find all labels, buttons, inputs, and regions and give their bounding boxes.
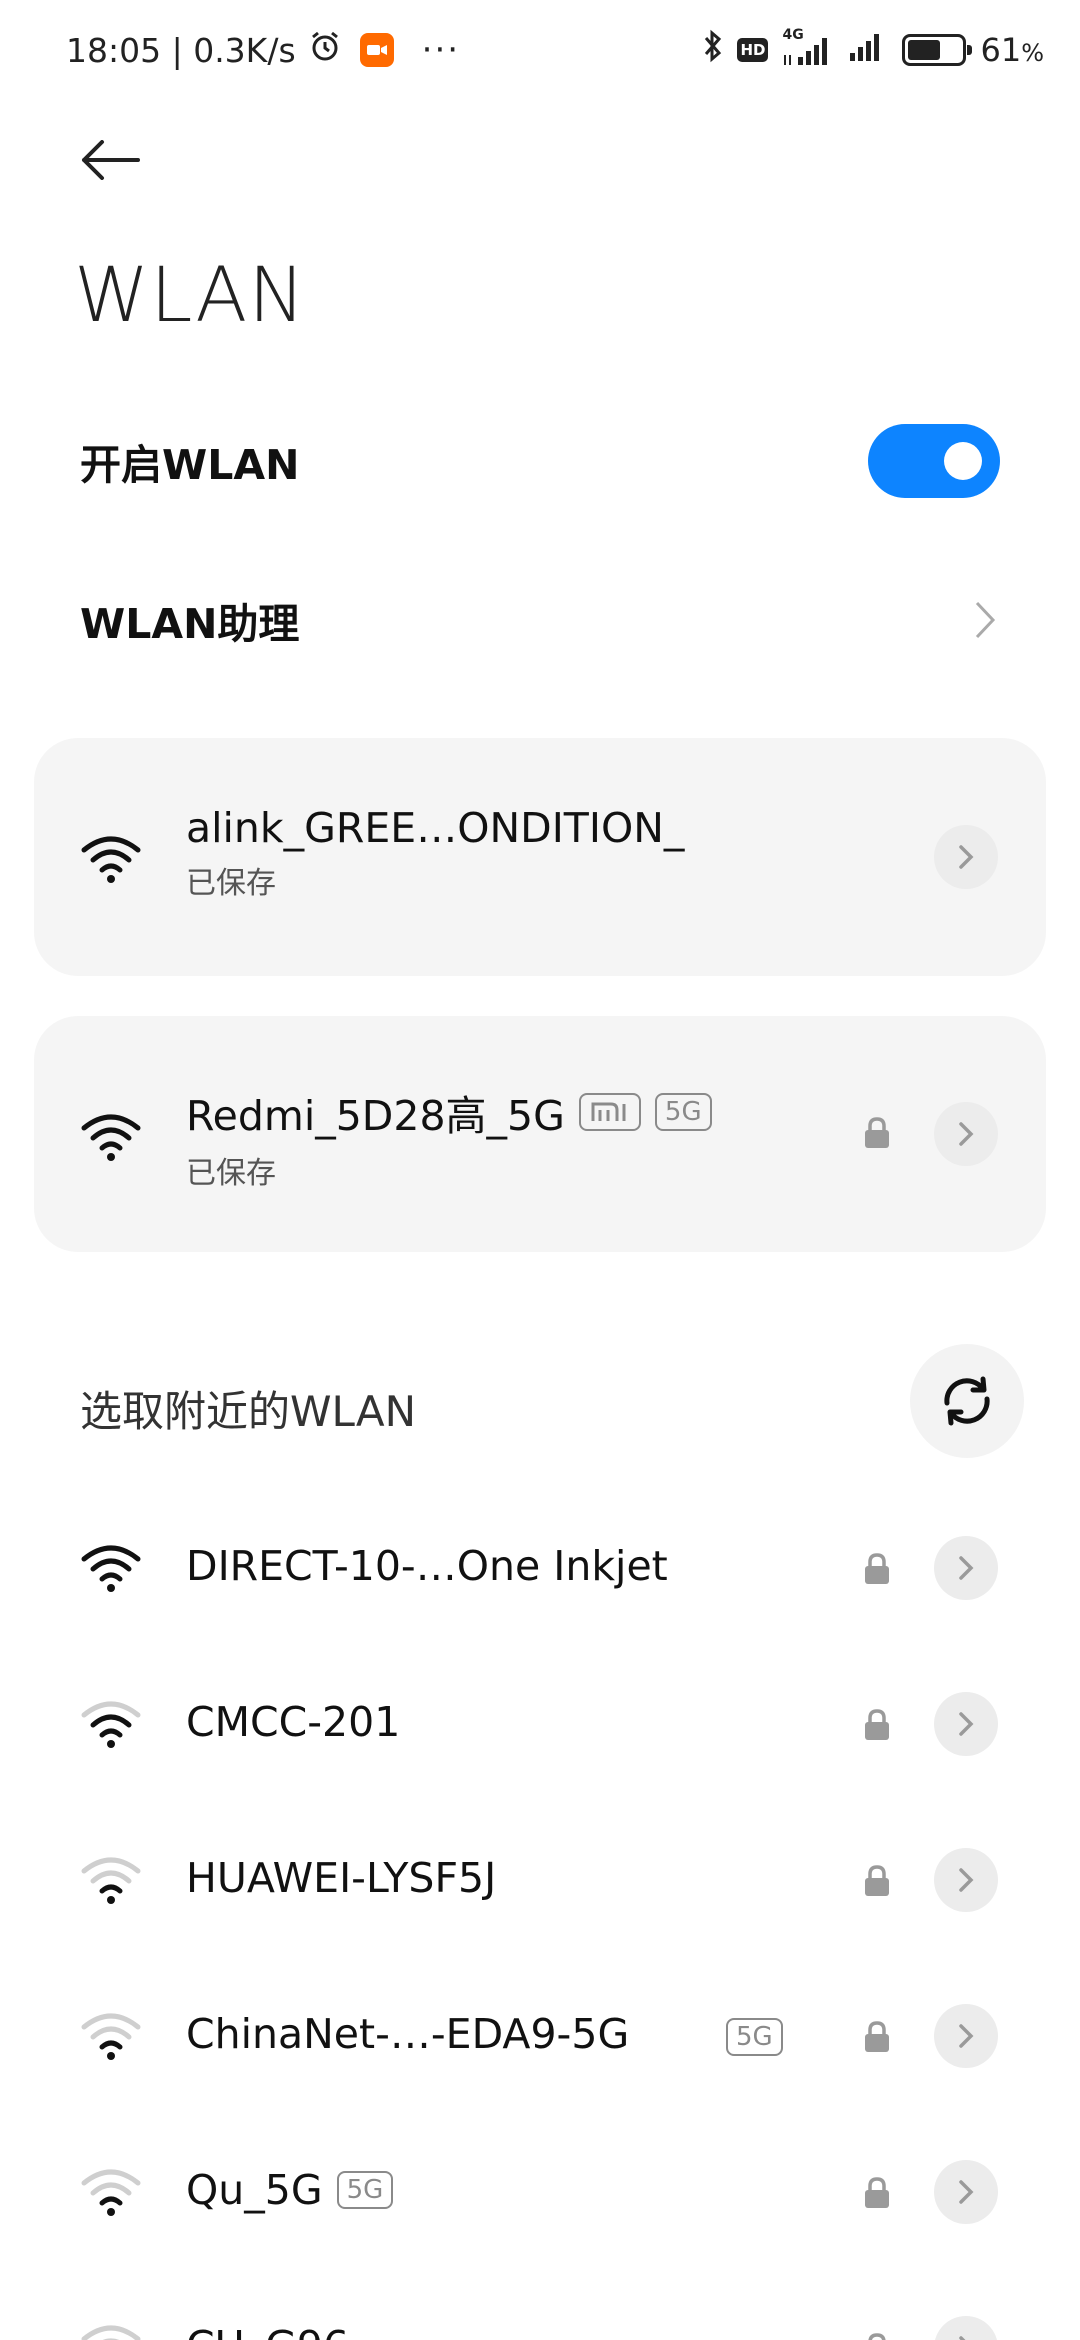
network-type-label: 4G: [782, 27, 804, 43]
5g-tag: 5G: [654, 1093, 712, 1131]
bluetooth-icon: [703, 29, 723, 71]
lock-icon: [865, 1709, 889, 1740]
wifi-strong-icon: [81, 1114, 141, 1161]
mi-tag-icon: [578, 1093, 641, 1131]
saved-network-card[interactable]: Redmi_5D28高_5G 5G 已保存: [34, 1016, 1046, 1252]
saved-network-card[interactable]: alink_GREE…ONDITION_ 已保存: [34, 738, 1046, 976]
chevron-right-icon: [959, 2024, 974, 2048]
5g-tag: 5G: [726, 2018, 783, 2056]
nearby-network-row[interactable]: ChinaNet-…-EDA9-5G 5G: [0, 1958, 1080, 2114]
network-details-button[interactable]: [934, 1848, 998, 1912]
network-details-button[interactable]: [934, 1536, 998, 1600]
more-notifications-icon: ···: [421, 30, 461, 70]
nearby-network-row[interactable]: HUAWEI-LYSF5J: [0, 1802, 1080, 1958]
network-name: CMCC-201: [186, 1698, 401, 1746]
wifi-strong-icon: [81, 1701, 141, 1748]
alarm-icon: [308, 29, 342, 71]
lock-icon: [865, 1865, 889, 1896]
time-speed-text: 18:05 | 0.3K/s: [66, 30, 296, 70]
status-left: 18:05 | 0.3K/s ···: [66, 30, 460, 70]
lock-icon: [865, 2177, 889, 2208]
signal-icon: [848, 29, 888, 71]
signal-4g-icon: 4G: [782, 27, 834, 67]
battery-percent: 61: [980, 31, 1022, 69]
lock-icon: [865, 1553, 889, 1584]
wlan-assistant-label: WLAN助理: [80, 600, 300, 648]
network-name: DIRECT-10-…One Inkjet: [186, 1542, 668, 1590]
network-name-row: Qu_5G 5G: [186, 2166, 394, 2214]
network-details-button[interactable]: [934, 1692, 998, 1756]
wlan-assistant-row[interactable]: WLAN助理: [80, 590, 1000, 650]
chevron-right-icon: [959, 2336, 966, 2340]
wifi-weak-icon: [81, 1857, 141, 1904]
nearby-network-row[interactable]: CU_G96: [0, 2270, 1080, 2340]
battery-unit: %: [1021, 39, 1044, 67]
network-details-button[interactable]: [934, 825, 998, 889]
toggle-knob: [944, 442, 982, 480]
battery-icon: [902, 34, 973, 66]
nearby-network-row[interactable]: DIRECT-10-…One Inkjet: [0, 1490, 1080, 1646]
5g-tag: 5G: [336, 2171, 394, 2209]
screen-record-icon: [359, 33, 394, 67]
status-bar: 18:05 | 0.3K/s ··· HD 4G 61%: [0, 0, 1080, 100]
refresh-button[interactable]: [910, 1344, 1024, 1458]
chevron-right-icon: [959, 1122, 974, 1146]
wifi-strong-icon: [81, 836, 141, 883]
wifi-strong-icon: [81, 1545, 141, 1592]
lock-icon: [865, 2021, 889, 2052]
network-name: ChinaNet-…-EDA9-5G: [186, 2010, 630, 2058]
chevron-right-icon: [970, 595, 1000, 645]
network-details-button[interactable]: [934, 2160, 998, 2224]
enable-wlan-row[interactable]: 开启WLAN: [80, 424, 1000, 498]
lock-icon: [865, 1117, 889, 1148]
network-name: CU_G96: [186, 2322, 349, 2340]
hd-badge: HD: [737, 38, 769, 62]
network-status: 已保存: [186, 1156, 276, 1191]
wlan-toggle[interactable]: [868, 424, 1000, 498]
enable-wlan-label: 开启WLAN: [80, 441, 300, 489]
refresh-icon: [944, 1376, 990, 1426]
nearby-section-title: 选取附近的WLAN: [80, 1387, 417, 1436]
status-right: HD 4G 61%: [703, 27, 1044, 72]
wifi-weak-icon: [81, 2013, 141, 2060]
battery-percent-text: 61%: [980, 31, 1044, 69]
nearby-network-row[interactable]: CMCC-201: [0, 1646, 1080, 1802]
arrow-left-icon: [82, 140, 140, 180]
chevron-right-icon: [959, 1868, 974, 1892]
network-name: alink_GREE…ONDITION_: [186, 804, 685, 852]
network-status: 已保存: [186, 866, 276, 901]
network-name-row: Redmi_5D28高_5G 5G: [186, 1082, 712, 1142]
chevron-right-icon: [959, 1712, 974, 1736]
network-details-button[interactable]: [934, 2316, 998, 2340]
page-title: WLAN: [74, 250, 307, 339]
network-name: Qu_5G: [186, 2166, 323, 2214]
nearby-network-row[interactable]: Qu_5G 5G: [0, 2114, 1080, 2270]
network-name: Redmi_5D28高_5G: [186, 1092, 565, 1140]
chevron-right-icon: [959, 845, 974, 869]
chevron-right-icon: [959, 2180, 974, 2204]
network-details-button[interactable]: [934, 1102, 998, 1166]
network-details-button[interactable]: [934, 2004, 998, 2068]
chevron-right-icon: [959, 1556, 974, 1580]
wifi-weak-icon: [81, 2169, 141, 2216]
network-name: HUAWEI-LYSF5J: [186, 1854, 497, 1902]
back-button[interactable]: [80, 130, 150, 190]
wifi-weak-icon: [81, 2325, 141, 2340]
lock-icon: [868, 2333, 886, 2340]
